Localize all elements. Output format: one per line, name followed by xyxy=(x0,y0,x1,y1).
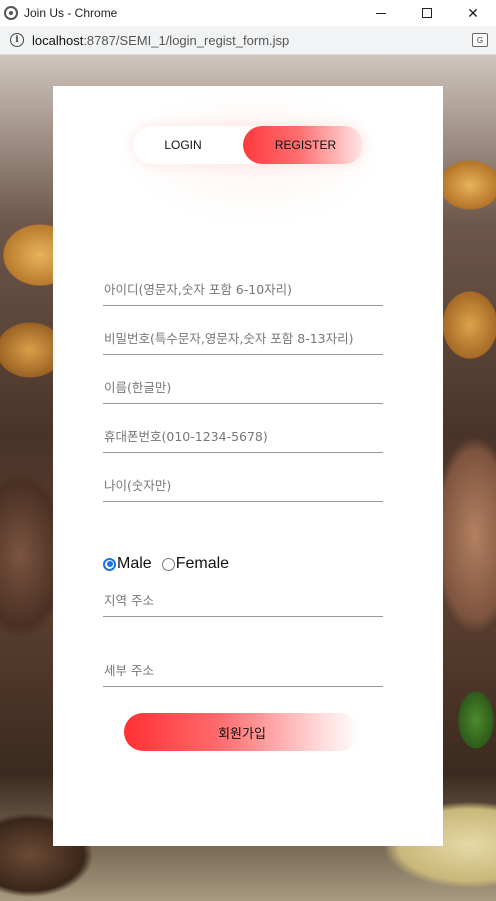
gender-option-male[interactable]: Male xyxy=(103,555,152,573)
phone-input[interactable] xyxy=(103,421,383,452)
close-button[interactable]: ✕ xyxy=(450,0,496,26)
region-address-input[interactable] xyxy=(103,585,383,616)
window-titlebar: Join Us - Chrome ✕ xyxy=(0,0,496,26)
gender-option-female[interactable]: Female xyxy=(161,555,230,573)
minimize-icon xyxy=(376,12,386,14)
name-input[interactable] xyxy=(103,372,383,403)
chrome-icon xyxy=(4,6,18,20)
translate-icon[interactable]: G xyxy=(472,33,488,47)
password-field-wrapper xyxy=(103,323,383,355)
id-field-wrapper xyxy=(103,274,383,306)
register-submit-button[interactable]: 회원가입 xyxy=(124,713,360,751)
age-field-wrapper xyxy=(103,470,383,502)
page-background: LOGIN REGISTER Male Female xyxy=(0,55,496,901)
female-radio[interactable] xyxy=(161,557,175,571)
female-label: Female xyxy=(175,555,230,572)
detail-address-input[interactable] xyxy=(103,655,383,686)
site-info-icon[interactable]: i xyxy=(10,33,24,47)
window-title: Join Us - Chrome xyxy=(24,6,118,20)
login-register-toggle: LOGIN REGISTER xyxy=(133,126,363,164)
tab-register[interactable]: REGISTER xyxy=(248,126,363,164)
address-bar[interactable]: i localhost:8787/SEMI_1/login_regist_for… xyxy=(0,26,496,55)
maximize-button[interactable] xyxy=(404,0,450,26)
name-field-wrapper xyxy=(103,372,383,404)
maximize-icon xyxy=(422,8,432,18)
detail-field-wrapper xyxy=(103,655,383,687)
male-label: Male xyxy=(117,555,152,572)
phone-field-wrapper xyxy=(103,421,383,453)
tab-login[interactable]: LOGIN xyxy=(133,126,233,164)
background-image-garnish xyxy=(436,675,496,765)
window-controls: ✕ xyxy=(358,0,496,26)
id-input[interactable] xyxy=(103,274,383,305)
url-text[interactable]: localhost:8787/SEMI_1/login_regist_form.… xyxy=(32,33,289,48)
close-icon: ✕ xyxy=(467,4,479,21)
register-form-card: LOGIN REGISTER Male Female xyxy=(53,86,443,846)
gender-selector: Male Female xyxy=(103,553,239,575)
age-input[interactable] xyxy=(103,470,383,501)
url-host: localhost xyxy=(32,32,84,48)
region-field-wrapper xyxy=(103,585,383,617)
url-path: :8787/SEMI_1/login_regist_form.jsp xyxy=(83,32,290,48)
password-input[interactable] xyxy=(103,323,383,354)
male-radio[interactable] xyxy=(103,557,116,571)
minimize-button[interactable] xyxy=(358,0,404,26)
